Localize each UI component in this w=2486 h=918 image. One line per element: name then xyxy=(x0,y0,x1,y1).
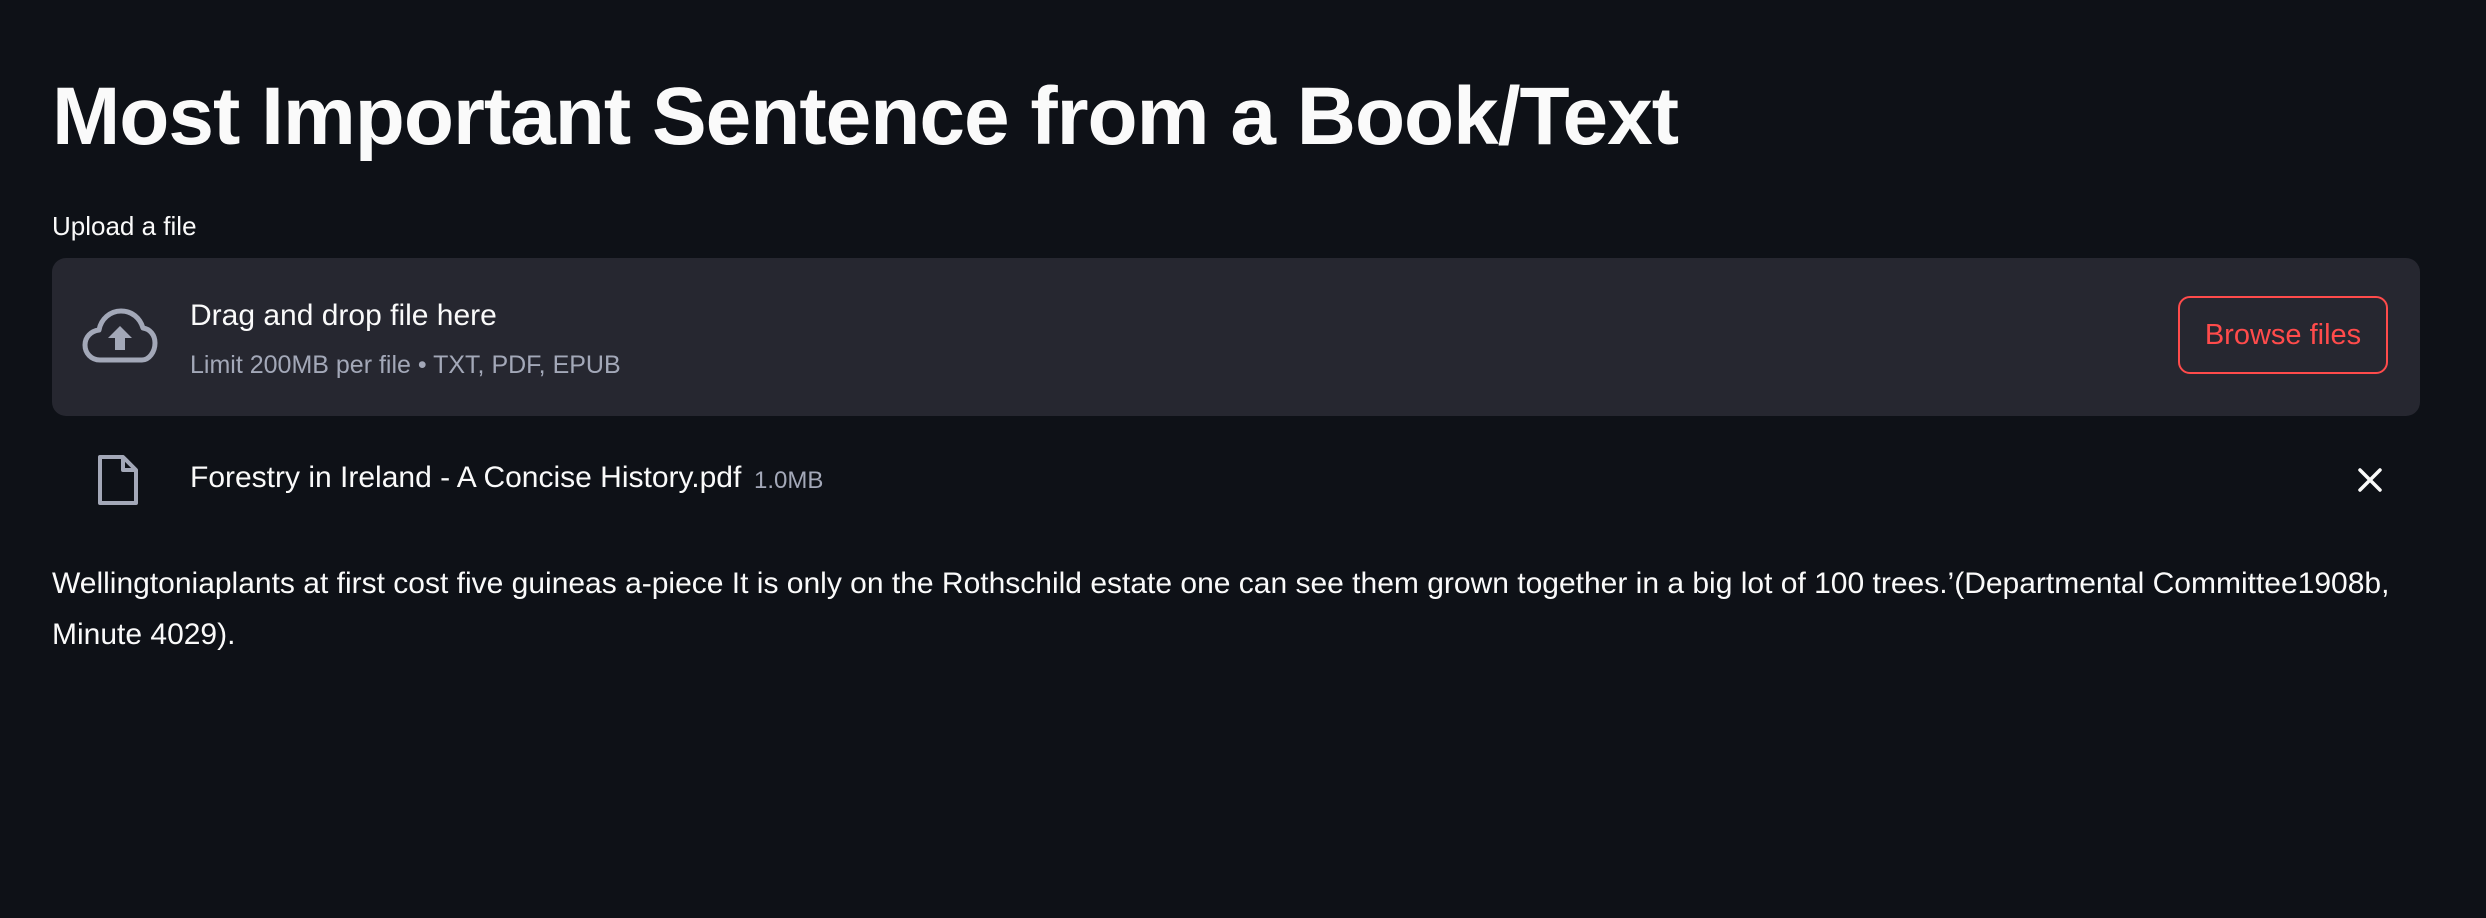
browse-files-button[interactable]: Browse files xyxy=(2178,296,2388,374)
dropzone-limit-text: Limit 200MB per file • TXT, PDF, EPUB xyxy=(190,351,621,379)
result-sentence: Wellingtoniaplants at first cost five gu… xyxy=(52,567,2390,651)
close-icon xyxy=(2348,468,2392,505)
upload-label: Upload a file xyxy=(52,211,197,241)
remove-file-button[interactable] xyxy=(2348,458,2392,502)
uploaded-file-row: Forestry in Ireland - A Concise History.… xyxy=(52,444,2420,514)
uploaded-file-size: 1.0MB xyxy=(754,467,824,494)
cloud-upload-icon xyxy=(82,306,158,366)
file-dropzone[interactable]: Drag and drop file here Limit 200MB per … xyxy=(52,258,2420,416)
page-title: Most Important Sentence from a Book/Text xyxy=(52,71,1679,162)
dropzone-instructions: Drag and drop file here xyxy=(190,299,497,332)
file-icon xyxy=(96,454,140,506)
app-page: Most Important Sentence from a Book/Text… xyxy=(0,0,2486,918)
uploaded-file-name: Forestry in Ireland - A Concise History.… xyxy=(190,461,742,494)
